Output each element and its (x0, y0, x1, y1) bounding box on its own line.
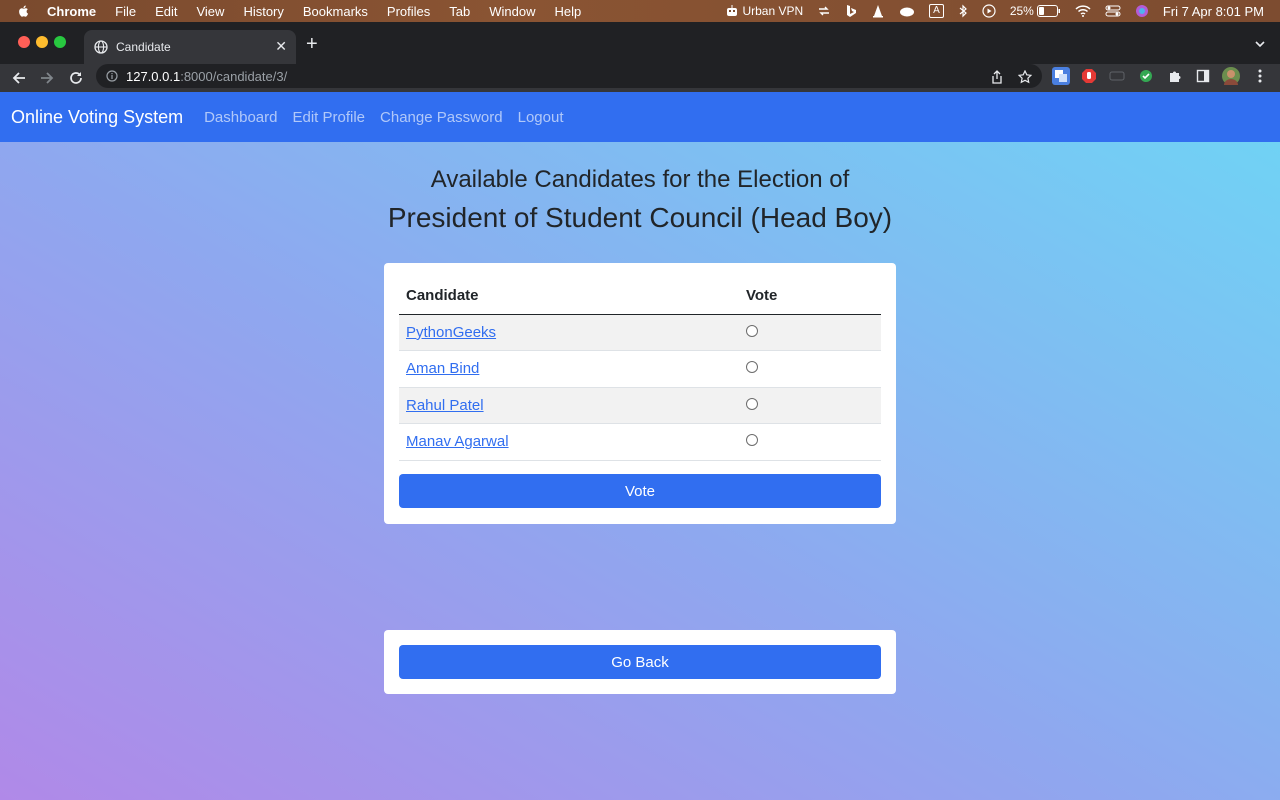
disabled-extension-icon[interactable] (1108, 67, 1126, 85)
vpn-label: Urban VPN (742, 4, 804, 18)
column-header-vote: Vote (739, 277, 881, 315)
candidate-link-pythongeeks[interactable]: PythonGeeks (406, 324, 496, 341)
wifi-icon[interactable] (1075, 0, 1091, 22)
site-info-icon[interactable] (106, 70, 118, 82)
menubar-clock[interactable]: Fri 7 Apr 8:01 PM (1163, 0, 1264, 22)
google-translate-extension-icon[interactable] (1052, 67, 1070, 85)
back-arrow-icon[interactable] (9, 68, 29, 88)
table-row: Aman Bind (399, 350, 881, 388)
chrome-menu-icon[interactable] (1251, 67, 1269, 85)
menu-app-chrome[interactable]: Chrome (47, 4, 96, 19)
nav-link-edit-profile[interactable]: Edit Profile (292, 109, 365, 126)
side-panel-icon[interactable] (1194, 67, 1212, 85)
battery-percent: 25% (1009, 4, 1034, 18)
apple-icon[interactable] (17, 4, 31, 18)
profile-avatar[interactable] (1222, 67, 1240, 85)
page-viewport: Online Voting System Dashboard Edit Prof… (0, 92, 1280, 800)
tab-search-chevron-icon[interactable] (1254, 36, 1266, 54)
extensions-puzzle-icon[interactable] (1166, 67, 1184, 85)
url-host: 127.0.0.1 (126, 68, 181, 84)
window-zoom-button[interactable] (54, 36, 66, 48)
candidate-link-rahul-patel[interactable]: Rahul Patel (406, 397, 484, 414)
battery-status[interactable]: 25% (1010, 0, 1061, 22)
candidates-card: Candidate Vote PythonGeeks Aman Bind Rah… (384, 263, 896, 524)
column-header-candidate: Candidate (399, 277, 739, 315)
menu-window[interactable]: Window (489, 4, 535, 19)
vote-radio-manav-agarwal[interactable] (746, 434, 758, 447)
page-heading: Available Candidates for the Election of (430, 166, 850, 193)
new-tab-icon[interactable]: + (306, 34, 318, 54)
vote-radio-pythongeeks[interactable] (746, 324, 758, 337)
table-row: PythonGeeks (399, 314, 881, 351)
navbar-brand[interactable]: Online Voting System (11, 107, 183, 128)
window-minimize-button[interactable] (36, 36, 48, 48)
checkmark-extension-icon[interactable] (1137, 67, 1155, 85)
browser-tab-active[interactable]: Candidate ✕ (84, 30, 296, 64)
nav-link-dashboard[interactable]: Dashboard (204, 109, 277, 126)
control-center-icon[interactable] (1105, 0, 1121, 22)
urban-vpn-status[interactable]: Urban VPN (725, 0, 803, 22)
play-icon[interactable] (982, 0, 996, 22)
candidate-link-aman-bind[interactable]: Aman Bind (406, 360, 479, 377)
url-path: :8000/candidate/3/ (180, 68, 288, 84)
siri-icon[interactable] (1135, 0, 1149, 22)
candidate-link-manav-agarwal[interactable]: Manav Agarwal (406, 433, 509, 450)
tab-title: Candidate (116, 40, 171, 54)
bookmark-star-icon[interactable] (1016, 68, 1034, 86)
candidates-table: Candidate Vote PythonGeeks Aman Bind Rah… (399, 277, 881, 461)
menubar-status-area: Urban VPN A 25% Fri 7 Apr 8:01 PM (711, 0, 1264, 22)
menu-file[interactable]: File (115, 4, 136, 19)
menu-edit[interactable]: Edit (155, 4, 177, 19)
tab-close-icon[interactable]: ✕ (275, 39, 287, 53)
cloud-icon[interactable] (899, 0, 915, 22)
window-close-button[interactable] (18, 36, 30, 48)
vote-radio-aman-bind[interactable] (746, 361, 758, 374)
go-back-button[interactable]: Go Back (399, 645, 881, 679)
vpn-robot-icon (727, 5, 738, 16)
share-icon[interactable] (988, 68, 1006, 86)
menu-history[interactable]: History (243, 4, 283, 19)
table-row: Manav Agarwal (399, 423, 881, 461)
globe-icon (94, 40, 108, 54)
nav-link-change-password[interactable]: Change Password (380, 109, 503, 126)
bing-icon[interactable] (845, 0, 857, 22)
input-source-indicator[interactable]: A (929, 0, 944, 22)
adblock-extension-icon[interactable] (1080, 67, 1098, 85)
macos-menu-bar: Chrome File Edit View History Bookmarks … (0, 0, 1280, 22)
app-navbar: Online Voting System Dashboard Edit Prof… (0, 92, 1280, 142)
arrows-icon[interactable] (817, 0, 831, 22)
reload-icon[interactable] (66, 68, 86, 88)
vote-radio-rahul-patel[interactable] (746, 397, 758, 410)
election-title: President of Student Council (Head Boy) (387, 202, 893, 233)
back-card: Go Back (384, 630, 896, 694)
menu-view[interactable]: View (196, 4, 224, 19)
menu-tab[interactable]: Tab (449, 4, 470, 19)
vote-button[interactable]: Vote (399, 474, 881, 508)
table-header-row: Candidate Vote (399, 277, 881, 315)
bluetooth-icon[interactable] (958, 0, 968, 22)
menu-help[interactable]: Help (555, 4, 582, 19)
menu-profiles[interactable]: Profiles (387, 4, 430, 19)
forward-arrow-icon[interactable] (37, 68, 57, 88)
battery-icon (1036, 5, 1060, 17)
cone-icon[interactable] (871, 0, 885, 22)
table-row: Rahul Patel (399, 387, 881, 424)
nav-link-logout[interactable]: Logout (518, 109, 564, 126)
menu-bookmarks[interactable]: Bookmarks (303, 4, 368, 19)
address-bar[interactable]: 127.0.0.1:8000/candidate/3/ (96, 64, 1042, 88)
